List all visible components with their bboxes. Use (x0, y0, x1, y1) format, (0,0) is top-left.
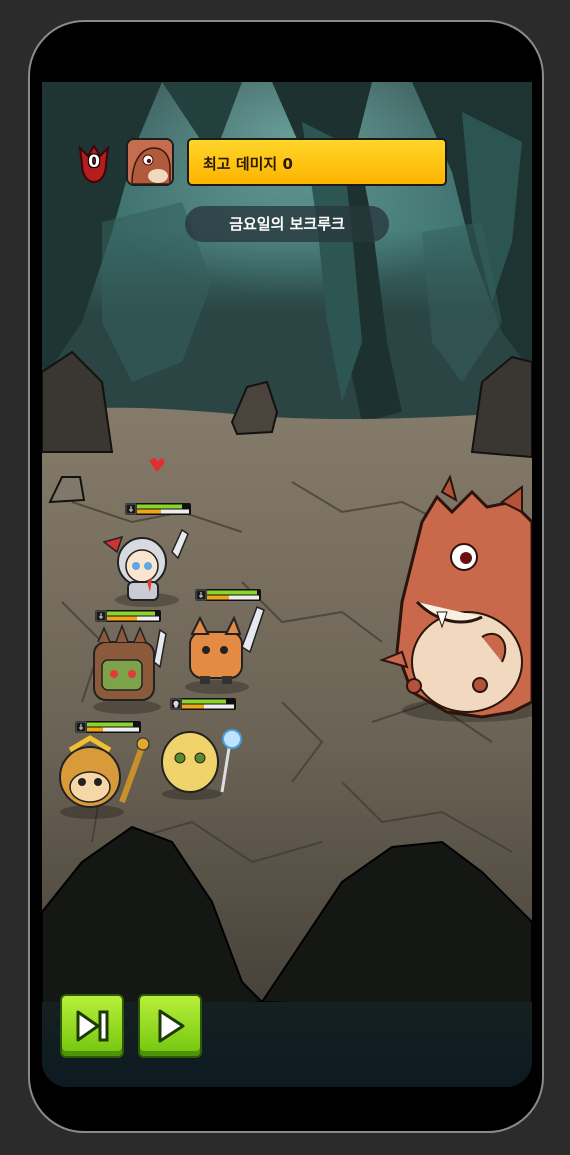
boss-name-label: 금요일의 보크루크 (185, 206, 389, 242)
device-frame: 0 최고 데미지 0 금요일의 보크루크 (28, 20, 544, 1133)
kill-counter: 0 (74, 142, 114, 186)
boss-portrait[interactable] (126, 138, 174, 186)
kill-count: 0 (88, 152, 100, 172)
hp-bar-frog (170, 698, 236, 710)
play-icon (158, 1009, 185, 1043)
play-button[interactable] (138, 994, 202, 1058)
hp-bar-tiger (195, 589, 261, 601)
max-damage-bar: 최고 데미지 0 (187, 138, 447, 186)
skip-button[interactable] (60, 994, 124, 1058)
skip-forward-icon (76, 1010, 109, 1042)
hp-bar-monkey (75, 721, 141, 733)
hp-bar-knight (125, 503, 191, 515)
dinosaur-portrait-icon (128, 140, 172, 184)
max-damage-label: 최고 데미지 0 (203, 155, 293, 173)
game-screen: 0 최고 데미지 0 금요일의 보크루크 (42, 82, 532, 1087)
hp-bar-goblin (95, 610, 161, 622)
